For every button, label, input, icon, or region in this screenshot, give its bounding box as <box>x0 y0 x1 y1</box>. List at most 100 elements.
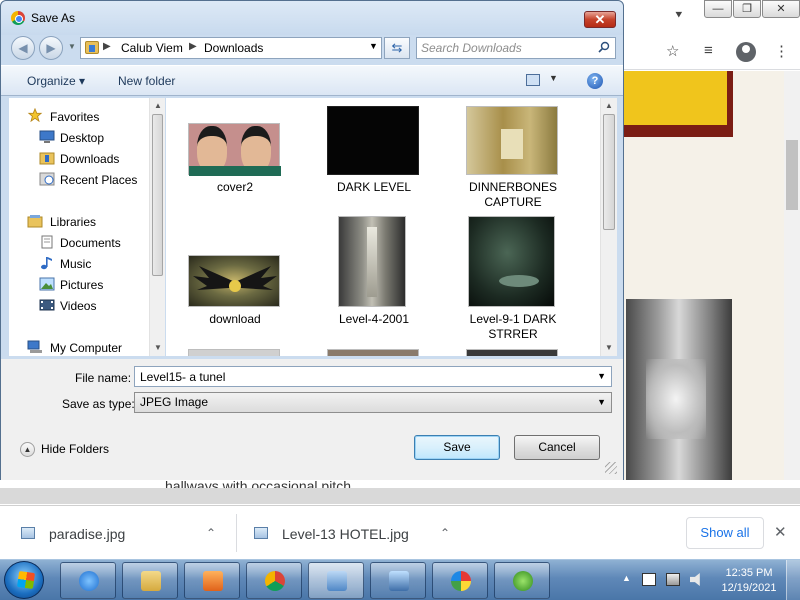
back-button[interactable]: ◀ <box>11 36 35 60</box>
chevron-down-icon[interactable]: ▼ <box>597 397 606 407</box>
thumbnail-partial[interactable] <box>188 349 280 356</box>
page-scrollbar[interactable] <box>784 71 800 505</box>
change-view-icon[interactable] <box>526 74 540 86</box>
thumbnail-dark-level[interactable] <box>327 106 419 175</box>
help-icon[interactable]: ? <box>587 73 603 89</box>
taskbar-app-media-center[interactable] <box>494 562 550 599</box>
show-all-button[interactable]: Show all <box>686 517 764 549</box>
scroll-down-arrow[interactable]: ▼ <box>605 343 613 352</box>
breadcrumb-separator[interactable]: ▶ <box>103 41 111 52</box>
organize-menu[interactable]: Organize ▾ <box>27 74 85 88</box>
thumbnail-cover2[interactable] <box>188 123 281 176</box>
browser-menu-icon[interactable]: ⋮ <box>774 42 789 60</box>
tree-item-downloads[interactable]: Downloads <box>60 152 119 166</box>
show-desktop-button[interactable] <box>786 560 800 600</box>
hide-folders-button[interactable]: Hide Folders <box>41 442 109 456</box>
download-item[interactable]: Level-13 HOTEL.jpg ⌃ <box>237 506 467 560</box>
network-icon[interactable] <box>666 573 680 586</box>
dialog-close-button[interactable]: ✕ <box>584 11 616 28</box>
taskbar: ▲ 12:35 PM 12/19/2021 <box>0 559 800 600</box>
taskbar-app-paint[interactable] <box>432 562 488 599</box>
resize-grip[interactable] <box>605 462 617 474</box>
minimize-button[interactable]: — <box>704 0 732 18</box>
tab-search-icon[interactable]: ⯆ <box>674 8 684 23</box>
new-folder-button[interactable]: New folder <box>118 74 175 88</box>
thumbnail-download[interactable] <box>188 255 280 307</box>
browser-close-button[interactable]: ✕ <box>762 0 800 18</box>
page-scroll-thumb[interactable] <box>786 140 798 210</box>
winged-emblem-icon <box>193 266 277 292</box>
hide-folders-icon[interactable]: ▲ <box>20 442 35 457</box>
thumbnail-partial[interactable] <box>327 349 419 356</box>
file-label-dinnerbones-capture[interactable]: DINNERBONES CAPTURE <box>448 180 578 210</box>
navigation-scroll-thumb[interactable] <box>152 114 163 276</box>
address-dropdown[interactable]: ▼ <box>369 41 378 51</box>
thumbnail-level-9-1[interactable] <box>468 216 555 307</box>
tree-item-videos[interactable]: Videos <box>60 299 96 313</box>
file-list-scrollbar[interactable]: ▲ ▼ <box>600 98 617 356</box>
cancel-button[interactable]: Cancel <box>514 435 600 460</box>
file-label-download[interactable]: download <box>170 312 300 327</box>
breadcrumb-user[interactable]: Calub Viem <box>121 41 183 55</box>
tree-item-music[interactable]: Music <box>60 257 91 271</box>
downloads-close-icon[interactable]: ✕ <box>774 523 787 541</box>
thumbnail-partial[interactable] <box>466 349 558 356</box>
file-name-input[interactable] <box>140 369 580 384</box>
restore-button[interactable]: ❐ <box>733 0 761 18</box>
tree-item-my-computer[interactable]: My Computer <box>50 341 122 355</box>
volume-icon[interactable] <box>690 573 700 586</box>
scroll-down-arrow[interactable]: ▼ <box>154 343 162 352</box>
file-name-combobox[interactable]: ▼ <box>134 366 612 387</box>
recent-locations-dropdown[interactable]: ▼ <box>68 42 76 51</box>
download-filename[interactable]: Level-13 HOTEL.jpg <box>282 526 409 542</box>
address-bar[interactable]: ▶ Calub Viem ▶ Downloads ▼ <box>80 37 382 59</box>
start-button[interactable] <box>4 561 44 599</box>
tree-item-documents[interactable]: Documents <box>60 236 121 250</box>
taskbar-app-photo-viewer[interactable] <box>370 562 426 599</box>
save-as-type-label: Save as type: <box>62 397 135 411</box>
download-item[interactable]: paradise.jpg ⌃ <box>0 506 236 560</box>
action-center-flag-icon[interactable] <box>642 573 656 586</box>
profile-avatar[interactable] <box>736 42 756 62</box>
breadcrumb-separator[interactable]: ▶ <box>189 41 197 52</box>
taskbar-app-media-player[interactable] <box>184 562 240 599</box>
media-control-icon[interactable]: ≡ <box>704 42 713 59</box>
file-list-scroll-thumb[interactable] <box>603 114 615 230</box>
taskbar-app-chrome[interactable] <box>246 562 302 599</box>
tray-expand-icon[interactable]: ▲ <box>622 573 631 583</box>
downloads-folder-icon <box>39 152 55 165</box>
dialog-title-bar[interactable]: Save As ✕ <box>1 1 623 35</box>
tree-item-desktop[interactable]: Desktop <box>60 131 104 145</box>
save-button[interactable]: Save <box>414 435 500 460</box>
chevron-up-icon[interactable]: ⌃ <box>206 526 216 540</box>
file-label-cover2[interactable]: cover2 <box>170 180 300 195</box>
tree-item-libraries[interactable]: Libraries <box>50 215 96 229</box>
thumbnail-dinnerbones-capture[interactable] <box>466 106 558 175</box>
file-name-dropdown-icon[interactable]: ▼ <box>597 371 606 381</box>
search-icon[interactable] <box>598 41 610 53</box>
breadcrumb-downloads[interactable]: Downloads <box>204 41 263 55</box>
taskbar-app-file-explorer[interactable] <box>122 562 178 599</box>
file-label-level-9-1[interactable]: Level-9-1 DARK STRRER <box>448 312 578 342</box>
search-input[interactable] <box>421 40 593 56</box>
taskbar-app-control-panel[interactable] <box>308 562 364 599</box>
tree-item-recent-places[interactable]: Recent Places <box>60 173 137 187</box>
save-as-type-select[interactable]: JPEG Image ▼ <box>134 392 612 413</box>
scroll-up-arrow[interactable]: ▲ <box>154 101 162 110</box>
search-box[interactable] <box>416 37 616 59</box>
thumbnail-level-4-2001[interactable] <box>338 216 406 307</box>
clock[interactable]: 12:35 PM 12/19/2021 <box>714 566 784 596</box>
forward-button[interactable]: ▶ <box>39 36 63 60</box>
tree-item-pictures[interactable]: Pictures <box>60 278 103 292</box>
file-label-dark-level[interactable]: DARK LEVEL <box>309 180 439 195</box>
taskbar-app-internet-explorer[interactable] <box>60 562 116 599</box>
file-label-level-4-2001[interactable]: Level-4-2001 <box>309 312 439 327</box>
download-filename[interactable]: paradise.jpg <box>49 526 125 542</box>
view-options-dropdown[interactable]: ▼ <box>549 73 558 83</box>
refresh-button[interactable]: ⇆ <box>384 37 410 59</box>
navigation-scrollbar[interactable]: ▲ ▼ <box>149 98 165 356</box>
bookmark-star-icon[interactable]: ☆ <box>666 42 679 60</box>
scroll-up-arrow[interactable]: ▲ <box>605 101 613 110</box>
chevron-up-icon[interactable]: ⌃ <box>440 526 450 540</box>
tree-item-favorites[interactable]: Favorites <box>50 110 99 124</box>
